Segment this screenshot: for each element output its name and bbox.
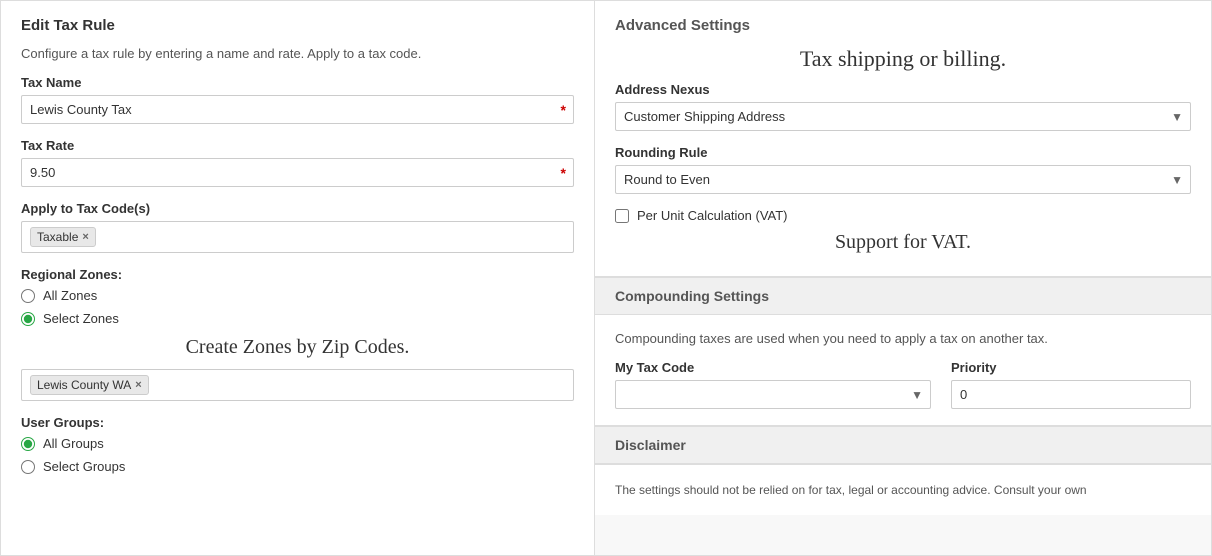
left-panel: Edit Tax Rule Configure a tax rule by en… (0, 0, 595, 556)
tax-code-group: Apply to Tax Code(s) Taxable × (21, 201, 574, 253)
select-zones-radio[interactable] (21, 312, 35, 326)
priority-label: Priority (951, 360, 1191, 375)
tax-code-label: Apply to Tax Code(s) (21, 201, 574, 216)
rounding-rule-group: Rounding Rule Round to Even Round Up Rou… (615, 145, 1191, 194)
tax-name-label: Tax Name (21, 75, 574, 90)
all-zones-radio[interactable] (21, 289, 35, 303)
regional-zones-label: Regional Zones: (21, 267, 574, 282)
select-groups-option[interactable]: Select Groups (21, 459, 574, 474)
compounding-header: Compounding Settings (595, 277, 1211, 315)
all-zones-option[interactable]: All Zones (21, 288, 574, 303)
tax-code-input[interactable]: Taxable × (21, 221, 574, 253)
all-groups-option[interactable]: All Groups (21, 436, 574, 451)
address-nexus-select[interactable]: Customer Shipping Address Customer Billi… (615, 102, 1191, 131)
right-panel: Advanced Settings Tax shipping or billin… (595, 0, 1212, 556)
user-groups-label: User Groups: (21, 415, 574, 430)
lewis-county-wa-tag: Lewis County WA × (30, 375, 149, 395)
compounding-fields-row: My Tax Code ▼ Priority (615, 360, 1191, 409)
tax-rate-required: * (561, 165, 566, 181)
select-groups-radio[interactable] (21, 460, 35, 474)
per-unit-label: Per Unit Calculation (VAT) (637, 208, 788, 223)
shipping-annotation: Tax shipping or billing. (615, 46, 1191, 72)
address-nexus-label: Address Nexus (615, 82, 1191, 97)
per-unit-row: Per Unit Calculation (VAT) (615, 208, 1191, 223)
tax-rate-label: Tax Rate (21, 138, 574, 153)
lewis-county-wa-remove[interactable]: × (135, 379, 141, 391)
tax-name-required: * (561, 102, 566, 118)
select-zones-option[interactable]: Select Zones (21, 311, 574, 326)
all-groups-radio[interactable] (21, 437, 35, 451)
panel-title: Edit Tax Rule (21, 17, 574, 34)
taxable-tag-label: Taxable (37, 230, 78, 244)
zone-annotation: Create Zones by Zip Codes. (21, 336, 574, 359)
select-groups-label: Select Groups (43, 459, 125, 474)
all-zones-label: All Zones (43, 288, 97, 303)
user-groups-group: User Groups: All Groups Select Groups (21, 415, 574, 474)
select-zones-label: Select Zones (43, 311, 119, 326)
my-tax-code-group: My Tax Code ▼ (615, 360, 931, 409)
rounding-rule-select[interactable]: Round to Even Round Up Round Down (615, 165, 1191, 194)
disclaimer-header: Disclaimer (595, 426, 1211, 464)
vat-annotation: Support for VAT. (615, 231, 1191, 254)
zone-tag-input[interactable]: Lewis County WA × (21, 369, 574, 401)
taxable-tag: Taxable × (30, 227, 96, 247)
my-tax-code-label: My Tax Code (615, 360, 931, 375)
address-nexus-select-wrapper: Customer Shipping Address Customer Billi… (615, 102, 1191, 131)
all-groups-label: All Groups (43, 436, 104, 451)
my-tax-code-select-wrapper: ▼ (615, 380, 931, 409)
panel-description: Configure a tax rule by entering a name … (21, 46, 574, 61)
advanced-settings-section: Advanced Settings Tax shipping or billin… (595, 1, 1211, 276)
compounding-section: Compounding taxes are used when you need… (595, 315, 1211, 425)
lewis-county-wa-label: Lewis County WA (37, 378, 131, 392)
tax-rate-input[interactable] (21, 158, 574, 187)
disclaimer-title: Disclaimer (615, 437, 686, 453)
tax-rate-input-wrapper: * (21, 158, 574, 187)
disclaimer-section: The settings should not be relied on for… (595, 464, 1211, 515)
rounding-rule-label: Rounding Rule (615, 145, 1191, 160)
advanced-settings-title: Advanced Settings (615, 17, 1191, 34)
compounding-title: Compounding Settings (615, 288, 769, 304)
tax-name-group: Tax Name * (21, 75, 574, 124)
priority-group: Priority (951, 360, 1191, 409)
my-tax-code-select[interactable] (615, 380, 931, 409)
disclaimer-text: The settings should not be relied on for… (615, 481, 1191, 499)
tax-name-input-wrapper: * (21, 95, 574, 124)
tax-name-input[interactable] (21, 95, 574, 124)
address-nexus-group: Address Nexus Customer Shipping Address … (615, 82, 1191, 131)
regional-zones-group: Regional Zones: All Zones Select Zones C… (21, 267, 574, 401)
taxable-tag-remove[interactable]: × (82, 231, 88, 243)
compounding-description: Compounding taxes are used when you need… (615, 331, 1191, 346)
priority-input[interactable] (951, 380, 1191, 409)
per-unit-checkbox[interactable] (615, 209, 629, 223)
user-groups-radio-group: All Groups Select Groups (21, 436, 574, 474)
rounding-rule-select-wrapper: Round to Even Round Up Round Down ▼ (615, 165, 1191, 194)
tax-rate-group: Tax Rate * (21, 138, 574, 187)
zone-radio-group: All Zones Select Zones (21, 288, 574, 326)
